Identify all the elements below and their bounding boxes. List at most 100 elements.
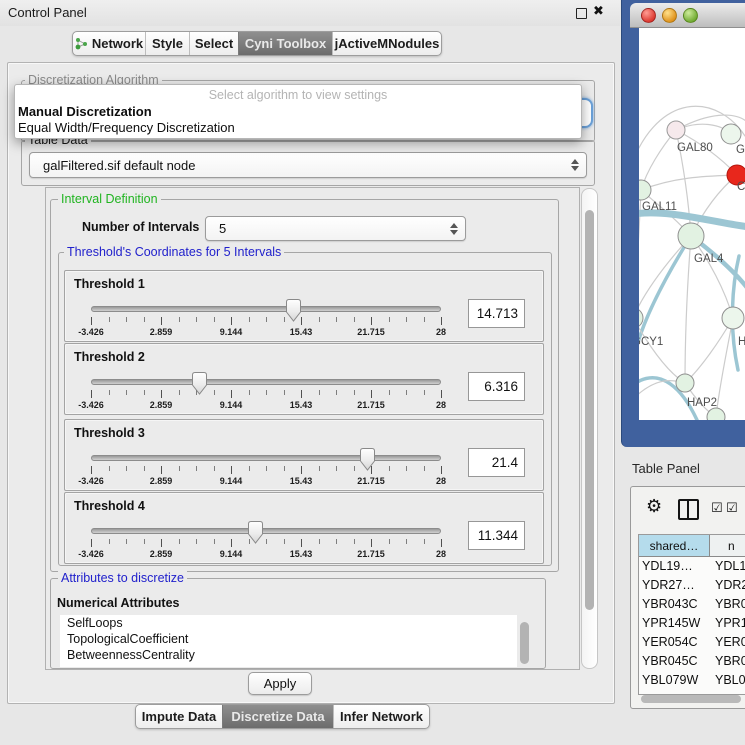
table-row[interactable]: YDR27… YDR2 [639,576,745,595]
tick-mark [179,539,180,544]
gear-icon[interactable]: ⚙ [646,496,662,517]
threshold-label: Threshold 4 [74,499,145,513]
tab-infer-network[interactable]: Infer Network [333,705,429,728]
tick-mark [231,466,232,474]
tick-mark [214,317,215,322]
tick-mark [424,390,425,395]
tick-mark [266,390,267,395]
close-icon[interactable]: ✖ [593,4,604,19]
close-traffic-light[interactable] [641,8,656,23]
cell-name[interactable]: YBR0 [710,652,745,671]
list-item[interactable]: BetweennessCentrality [60,647,517,663]
tab-discretize-data[interactable]: Discretize Data [222,705,333,728]
node-gal4[interactable] [678,223,704,249]
list-item[interactable]: TopologicalCoefficient [60,631,517,647]
list-item[interactable]: SelfLoops [60,615,517,631]
threshold-value-field[interactable]: 21.4 [468,448,525,477]
tick-label: -3.426 [78,400,104,410]
column-header-name[interactable]: n [710,535,745,556]
split-columns-icon[interactable] [678,499,699,520]
tick-mark [266,539,267,544]
slider-track[interactable] [91,528,441,534]
cell-name[interactable]: YER0 [710,633,745,652]
threshold-slider[interactable]: -3.4262.8599.14415.4321.71528 [91,369,441,413]
node-hap2[interactable] [676,374,694,392]
table-row[interactable]: YPR145W YPR1 [639,614,745,633]
tab-select[interactable]: Select [189,32,238,55]
cell-name[interactable]: YDR2 [710,576,745,595]
tick-mark [91,539,92,547]
tab-network[interactable]: Network [73,32,145,55]
slider-track[interactable] [91,455,441,461]
checkbox-checked-icon[interactable]: ☑ [726,501,738,516]
tick-mark [389,317,390,322]
combo-spinner-icon [571,159,579,171]
threshold-slider[interactable]: -3.4262.8599.14415.4321.71528 [91,296,441,340]
tab-cyni-toolbox[interactable]: Cyni Toolbox [238,32,332,55]
node-gal80[interactable] [667,121,685,139]
float-window-icon[interactable] [576,8,587,19]
network-window-titlebar[interactable] [630,3,745,28]
tick-mark [109,466,110,471]
tick-label: 21.715 [357,327,385,337]
table-row[interactable]: YBR045C YBR0 [639,652,745,671]
slider-track[interactable] [91,379,441,385]
scrollbar-thumb[interactable] [585,210,594,610]
table-data-combobox[interactable]: galFiltered.sif default node [29,152,587,178]
network-window: GAL80GCGAL11GAL4GCY1HHAP2 [621,0,745,447]
cell-name[interactable]: YBR0 [710,595,745,614]
table-row[interactable]: YBR043C YBR0 [639,595,745,614]
slider-track[interactable] [91,306,441,312]
tick-mark [336,317,337,322]
threshold-value-field[interactable]: 14.713 [468,299,525,328]
cell-shared-name[interactable]: YPR145W [639,614,710,633]
table-row[interactable]: YDL19… YDL1 [639,557,745,576]
apply-button[interactable]: Apply [248,672,312,695]
node-h-label: H [738,336,745,348]
tab-jactivemnodules[interactable]: jActiveMNodules [332,32,441,55]
cell-shared-name[interactable]: YER054C [639,633,710,652]
threshold-slider[interactable]: -3.4262.8599.14415.4321.71528 [91,445,441,489]
tick-mark [161,317,162,325]
threshold-panel: Threshold 1 -3.4262.8599.14415.4321.7152… [64,270,544,342]
node-bottom[interactable] [707,408,725,420]
cell-shared-name[interactable]: YBR045C [639,652,710,671]
zoom-traffic-light[interactable] [683,8,698,23]
tick-mark [109,390,110,395]
table-row[interactable]: YBL079W YBL0 [639,671,745,690]
tick-mark [249,466,250,471]
list-scrollbar[interactable] [520,622,529,664]
checkbox-checked-icon[interactable]: ☑ [711,501,723,516]
cell-shared-name[interactable]: YDL19… [639,557,710,576]
tab-label: Style [152,36,183,51]
threshold-slider[interactable]: -3.4262.8599.14415.4321.71528 [91,518,441,562]
network-canvas[interactable]: GAL80GCGAL11GAL4GCY1HHAP2 [639,28,745,420]
number-of-intervals-combobox[interactable]: 5 [205,216,466,241]
cell-name[interactable]: YDL1 [710,557,745,576]
tick-mark [214,539,215,544]
tick-mark [371,390,372,398]
cell-shared-name[interactable]: YBR043C [639,595,710,614]
node-h[interactable] [722,307,744,329]
tab-impute-data[interactable]: Impute Data [136,705,222,728]
column-header-shared[interactable]: shared… [639,535,710,556]
threshold-value-field[interactable]: 6.316 [468,372,525,401]
settings-scrollbar[interactable] [581,188,598,669]
tick-mark [91,390,92,398]
tick-mark [389,539,390,544]
cell-shared-name[interactable]: YBL079W [639,671,710,690]
dropdown-option-equal-width[interactable]: Equal Width/Frequency Discretization [15,120,581,136]
node-hap2-label: HAP2 [687,397,717,409]
tab-style[interactable]: Style [145,32,189,55]
cell-shared-name[interactable]: YDR27… [639,576,710,595]
node-top-right[interactable] [721,124,741,144]
cell-name[interactable]: YBL0 [710,671,745,690]
minimize-traffic-light[interactable] [662,8,677,23]
tick-mark [354,317,355,322]
node-gal4-label: GAL4 [694,253,724,265]
table-row[interactable]: YER054C YER0 [639,633,745,652]
dropdown-option-manual[interactable]: Manual Discretization [15,104,581,120]
threshold-value-field[interactable]: 11.344 [468,521,525,550]
table-horizontal-scrollbar[interactable] [641,695,741,703]
cell-name[interactable]: YPR1 [710,614,745,633]
